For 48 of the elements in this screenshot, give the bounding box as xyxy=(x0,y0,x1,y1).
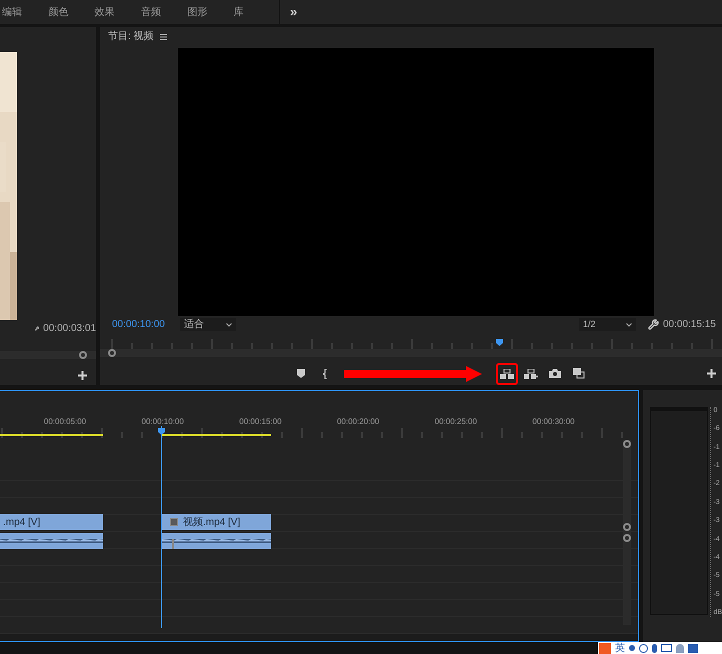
more-tabs-button[interactable]: » xyxy=(290,2,298,22)
clip-label: 视频.mp4 [V] xyxy=(183,516,240,530)
transport-button[interactable] xyxy=(496,362,518,385)
input-mode-label: 英 xyxy=(615,642,625,654)
panel-title: 节目: 视频 xyxy=(108,30,154,44)
extract-icon xyxy=(524,368,538,379)
ruler-label: 00:00:05:00 xyxy=(44,416,86,427)
microphone-icon xyxy=(652,644,657,652)
duration-timecode: 00:00:15:15 xyxy=(663,318,716,332)
workspace-tab[interactable]: 颜色 xyxy=(47,4,94,20)
workspace-tab[interactable]: 库 xyxy=(232,4,279,20)
punctuation-icon xyxy=(629,645,635,651)
workspace-tab[interactable]: 编辑 xyxy=(1,4,48,20)
emoji-icon xyxy=(639,644,648,652)
scroll-handle[interactable] xyxy=(623,440,631,448)
add-icon[interactable] xyxy=(707,369,716,378)
resolution-dropdown[interactable]: 1/2 xyxy=(579,318,636,332)
scrub-handle[interactable] xyxy=(108,348,116,357)
zoom-handle[interactable] xyxy=(79,351,87,359)
fx-icon xyxy=(170,518,178,526)
ruler-label: 00:00:30:00 xyxy=(532,416,575,427)
workspace-tab[interactable]: 效果 xyxy=(94,4,140,20)
add-icon[interactable] xyxy=(78,371,87,380)
marker-icon xyxy=(297,369,305,378)
playhead-icon[interactable] xyxy=(496,338,503,346)
current-timecode: 00:00:10:00 xyxy=(112,318,166,332)
ruler-label: 00:00:25:00 xyxy=(434,416,477,427)
video-clip[interactable]: .mp4 [V] xyxy=(0,514,103,530)
caret-icon xyxy=(226,322,232,327)
bracket-icon xyxy=(322,368,328,379)
compare-icon xyxy=(573,368,585,380)
source-timecode: 00:00:03:01 xyxy=(43,322,96,336)
video-clip[interactable]: 视频.mp4 [V] xyxy=(162,514,271,530)
zoom-dropdown[interactable]: 适合 xyxy=(180,318,236,332)
camera-icon xyxy=(549,369,561,378)
caret-icon xyxy=(626,322,632,327)
lift-icon xyxy=(500,368,514,379)
keyboard-icon xyxy=(661,644,672,652)
workspace-tab[interactable]: 图形 xyxy=(186,4,233,20)
ruler-label: 00:00:20:00 xyxy=(336,416,380,427)
user-icon xyxy=(676,644,684,652)
wrench-icon[interactable] xyxy=(648,319,659,330)
clip-label: .mp4 [V] xyxy=(3,516,40,530)
workspace-tab[interactable]: 音频 xyxy=(140,4,186,20)
ruler-label: 00:00:10:00 xyxy=(142,416,184,427)
ime-logo-icon xyxy=(599,642,611,654)
menu-icon[interactable] xyxy=(160,34,167,40)
ruler-label: 00:00:15:00 xyxy=(239,416,282,427)
